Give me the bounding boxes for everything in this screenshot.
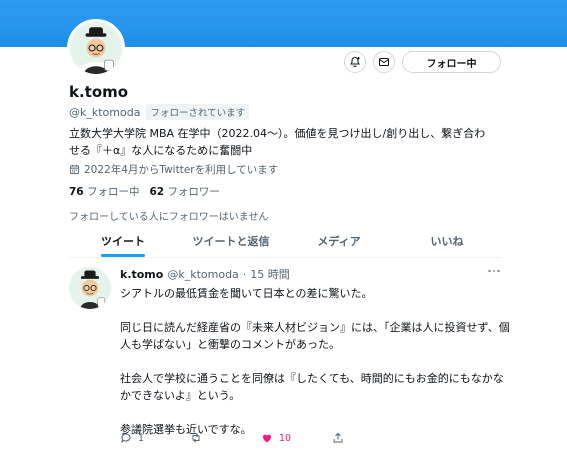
tweet-paragraph: シアトルの最低賃金を聞いて日本との差に驚いた。 [120,287,373,300]
tab-tweets[interactable]: ツイート [69,225,177,257]
meta-separator: · [242,267,247,281]
avatar-illustration [69,267,111,309]
tweet-paragraph: 同じ日に読んだ経産省の『未来人材ビジョン』には、「企業は人に投資せず、個人も学ば… [120,321,510,351]
profile-handle: @k_ktomoda [69,105,141,119]
notify-bell-button[interactable] [344,51,366,73]
heart-filled-icon [262,434,272,443]
joined-date: 2022年4月からTwitterを利用しています [69,162,278,177]
bio-line: せる『＋α』な人になるために奮闘中 [69,144,253,157]
follow-counts: 76 フォロー中 62 フォロワー [69,184,220,199]
mutual-followers-note: フォローしている人にフォロワーはいません [69,212,269,223]
message-button[interactable] [373,51,395,73]
tweet-timestamp[interactable]: 15 時間 [250,266,290,282]
joined-text: 2022年4月からTwitterを利用しています [84,164,279,176]
share-icon [333,432,343,443]
reply-icon [121,433,131,444]
avatar-illustration [70,22,122,74]
tab-tweets-and-replies[interactable]: ツイートと返信 [177,225,285,257]
followers-link[interactable]: 62 フォロワー [149,184,219,199]
like-count: 10 [279,432,292,444]
following-label: フォロー中 [86,186,140,198]
follows-you-badge: フォローされています [146,104,250,120]
handle-row: @k_ktomoda フォローされています [69,104,250,120]
tab-likes[interactable]: いいね [393,225,501,257]
tweet-author-name[interactable]: k.tomo [120,268,163,281]
tabs-divider [69,257,501,258]
mail-icon [379,58,389,66]
profile-avatar[interactable] [67,19,125,77]
reply-button[interactable]: 1 [120,432,144,444]
tweet-header: k.tomo @k_ktomoda · 15 時間 [120,266,290,282]
followers-count: 62 [149,186,165,198]
tab-media[interactable]: メディア [285,225,393,257]
profile-name: k.tomo [69,83,129,101]
profile-tabs: ツイート ツイートと返信 メディア いいね [69,225,501,257]
retweet-button[interactable] [190,432,208,444]
following-button[interactable]: フォロー中 [402,51,501,73]
profile-bio: 立数大学大学院 MBA 在学中（2022.04～）。価値を見つけ出し/創り出し、… [69,125,529,159]
tweet-body: シアトルの最低賃金を聞いて日本との差に驚いた。 同じ日に読んだ経産省の『未来人材… [120,285,510,438]
share-button[interactable] [332,432,344,444]
tweet-actions: 1 10 [120,432,420,448]
calendar-icon [69,164,80,175]
bio-line: 立数大学大学院 MBA 在学中（2022.04～）。価値を見つけ出し/創り出し、… [69,127,486,140]
following-count: 76 [69,186,84,198]
following-link[interactable]: 76 フォロー中 [69,184,139,199]
like-button[interactable]: 10 [261,432,291,444]
tweet-paragraph: 社会人で学校に通うことを同僚は『したくても、時間的にもお金的にもなかなかできない… [120,372,504,402]
followers-label: フォロワー [167,186,220,198]
retweet-icon [192,433,200,443]
more-options-icon[interactable] [488,266,502,276]
tweet-author-handle[interactable]: @k_ktomoda [167,268,238,281]
reply-count: 1 [138,432,145,444]
tweet-avatar[interactable] [69,267,111,309]
bell-plus-icon [350,56,360,67]
